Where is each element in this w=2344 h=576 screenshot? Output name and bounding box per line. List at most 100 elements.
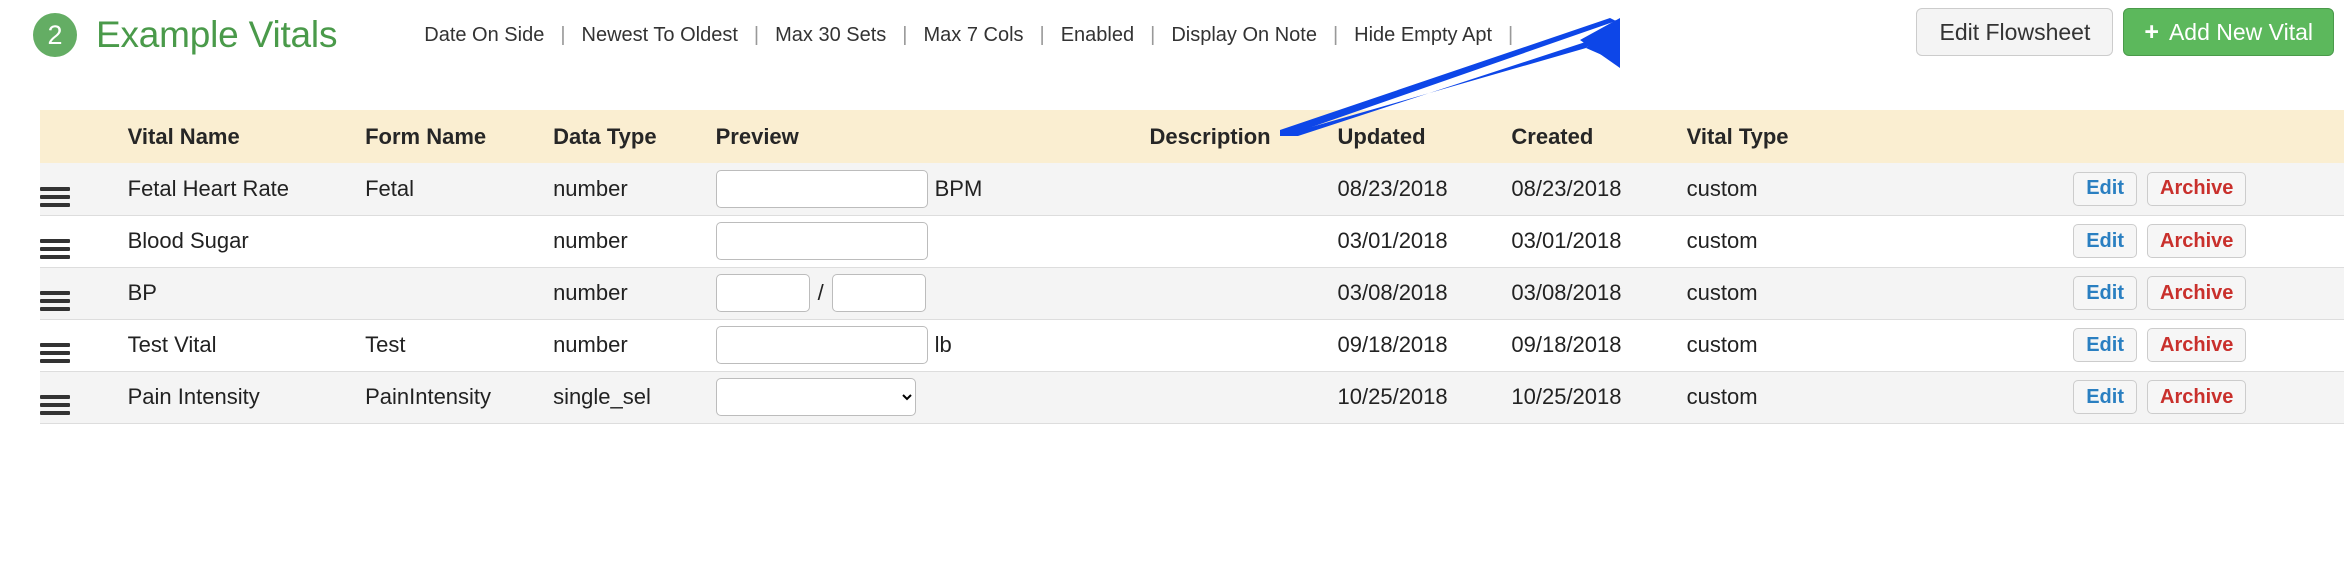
archive-row-button[interactable]: Archive <box>2147 276 2247 310</box>
edit-row-button[interactable]: Edit <box>2073 380 2137 414</box>
column-header-handle <box>40 110 128 163</box>
cell-data-type: number <box>553 215 716 268</box>
toolbar-separator: | <box>1039 23 1045 46</box>
cell-created: 08/23/2018 <box>1511 163 1687 216</box>
toolbar-link-date-on-side[interactable]: Date On Side <box>422 24 546 47</box>
column-header-created: Created <box>1511 110 1687 163</box>
drag-handle-icon[interactable] <box>40 239 70 259</box>
cell-vital-type: custom <box>1686 163 2062 216</box>
column-header-description: Description <box>1149 110 1338 163</box>
settings-toolbar: Date On Side | Newest To Oldest | Max 30… <box>422 24 1527 47</box>
toolbar-separator: | <box>753 23 760 46</box>
table-row: BP number/03/08/2018 03/08/2018 custom Edit A… <box>40 267 2344 320</box>
cell-data-type: number <box>553 267 716 320</box>
cell-description <box>1149 163 1338 216</box>
preview-unit-label: lb <box>934 332 952 357</box>
cell-vital-name: Fetal Heart Rate <box>127 163 366 216</box>
cell-vital-type: custom <box>1686 267 2062 320</box>
cell-updated: 08/23/2018 <box>1337 163 1512 216</box>
preview-control-group: BPM <box>715 169 1150 208</box>
cell-vital-name: Pain Intensity <box>127 371 366 424</box>
row-action-group: Edit Archive <box>2061 276 2344 310</box>
cell-form-name <box>365 215 554 268</box>
preview-input[interactable] <box>715 169 928 208</box>
edit-row-button[interactable]: Edit <box>2073 328 2137 362</box>
cell-form-name: Fetal <box>365 163 554 216</box>
toolbar-link-newest-to-oldest[interactable]: Newest To Oldest <box>580 24 740 47</box>
drag-handle-icon[interactable] <box>40 186 70 207</box>
drag-handle-icon[interactable] <box>40 343 70 363</box>
toolbar-separator: | <box>902 23 908 46</box>
preview-input-systolic[interactable] <box>715 274 810 312</box>
column-header-data-type: Data Type <box>553 110 716 163</box>
cell-preview <box>715 215 1150 268</box>
drag-handle-cell <box>40 371 128 424</box>
vitals-page: 2 Example Vitals Date On Side | Newest T… <box>0 0 2344 576</box>
edit-row-button[interactable]: Edit <box>2073 171 2137 206</box>
cell-vital-name: Blood Sugar <box>127 215 366 268</box>
toolbar-separator: | <box>560 23 566 46</box>
drag-handle-cell <box>40 215 128 268</box>
vitals-table: Vital Name Form Name Data Type Preview D… <box>40 110 2344 424</box>
add-new-vital-button[interactable]: + Add New Vital <box>2123 8 2334 56</box>
cell-created: 03/01/2018 <box>1511 215 1687 268</box>
preview-input-diastolic[interactable] <box>831 274 926 312</box>
toolbar-link-enabled[interactable]: Enabled <box>1059 24 1136 47</box>
cell-vital-name: BP <box>127 267 366 320</box>
preview-input[interactable] <box>715 222 928 260</box>
cell-updated: 03/08/2018 <box>1337 267 1512 320</box>
drag-handle-icon[interactable] <box>40 395 70 415</box>
preview-select[interactable] <box>715 378 916 416</box>
edit-row-button[interactable]: Edit <box>2073 224 2137 258</box>
cell-actions: Edit Archive <box>2061 319 2344 372</box>
cell-created: 03/08/2018 <box>1511 267 1687 320</box>
table-row: Pain Intensity PainIntensity single_sel 10/… <box>40 371 2344 424</box>
drag-handle-icon[interactable] <box>40 291 70 311</box>
toolbar-link-max-7-cols[interactable]: Max 7 Cols <box>921 24 1025 47</box>
archive-row-button[interactable]: Archive <box>2147 380 2247 414</box>
edit-flowsheet-button[interactable]: Edit Flowsheet <box>1916 8 2114 56</box>
archive-row-button[interactable]: Archive <box>2147 224 2247 258</box>
drag-handle-cell <box>40 163 128 216</box>
page-header: 2 Example Vitals Date On Side | Newest T… <box>0 0 2344 70</box>
preview-control-group: / <box>715 274 1150 312</box>
cell-description <box>1149 267 1338 320</box>
column-header-vital-type: Vital Type <box>1686 110 2062 163</box>
preview-separator: / <box>817 280 824 305</box>
row-action-group: Edit Archive <box>2061 380 2344 414</box>
cell-created: 09/18/2018 <box>1511 319 1687 372</box>
cell-actions: Edit Archive <box>2061 163 2344 216</box>
drag-handle-cell <box>40 267 128 320</box>
cell-updated: 03/01/2018 <box>1337 215 1512 268</box>
edit-row-button[interactable]: Edit <box>2073 276 2137 310</box>
cell-created: 10/25/2018 <box>1511 371 1687 424</box>
row-action-group: Edit Archive <box>2061 224 2344 258</box>
toolbar-link-hide-empty-apt[interactable]: Hide Empty Apt <box>1352 24 1494 47</box>
header-action-buttons: Edit Flowsheet + Add New Vital <box>1916 8 2334 56</box>
row-action-group: Edit Archive <box>2061 171 2344 206</box>
toolbar-link-max-30-sets[interactable]: Max 30 Sets <box>773 24 888 47</box>
cell-preview: / <box>715 267 1150 320</box>
table-row: Blood Sugar number 03/01/2018 03/01/2018 cus… <box>40 215 2344 268</box>
preview-control-group: lb <box>715 326 1150 364</box>
add-new-vital-label: Add New Vital <box>2168 18 2313 45</box>
archive-row-button[interactable]: Archive <box>2147 328 2247 362</box>
cell-form-name: Test <box>365 319 554 372</box>
plus-icon: + <box>2144 17 2159 46</box>
cell-form-name <box>365 267 554 320</box>
preview-input[interactable] <box>715 326 928 364</box>
toolbar-link-display-on-note[interactable]: Display On Note <box>1169 24 1319 47</box>
cell-actions: Edit Archive <box>2061 267 2344 320</box>
cell-updated: 09/18/2018 <box>1337 319 1512 372</box>
preview-control-group <box>715 222 1150 260</box>
table-body: Fetal Heart Rate Fetal number BPM 08/23/2018… <box>40 163 2344 424</box>
cell-description <box>1149 371 1338 424</box>
vitals-table-container: Vital Name Form Name Data Type Preview D… <box>0 110 2344 424</box>
cell-updated: 10/25/2018 <box>1337 371 1512 424</box>
archive-row-button[interactable]: Archive <box>2147 171 2247 206</box>
column-header-updated: Updated <box>1337 110 1512 163</box>
preview-control-group <box>715 378 1150 416</box>
table-row: Fetal Heart Rate Fetal number BPM 08/23/2018… <box>40 163 2344 216</box>
row-action-group: Edit Archive <box>2061 328 2344 362</box>
column-header-preview: Preview <box>715 110 1150 163</box>
